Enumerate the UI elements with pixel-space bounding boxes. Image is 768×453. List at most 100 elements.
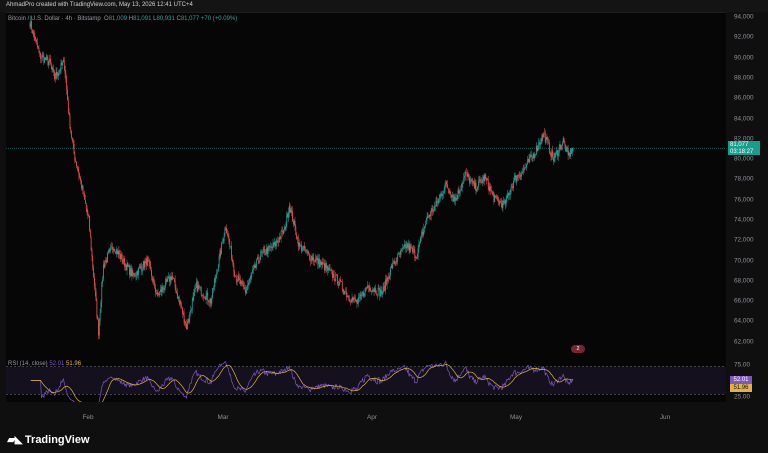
candle-body (398, 253, 400, 254)
candle-body (81, 185, 83, 189)
candle-body (493, 194, 495, 203)
candle-body (461, 183, 463, 188)
candle-body (420, 234, 422, 238)
candle-body (354, 298, 356, 302)
candle-body (192, 296, 194, 301)
candle (373, 287, 375, 296)
candle (407, 242, 408, 251)
candle-body (228, 236, 230, 242)
candle-body (220, 250, 222, 254)
candle-body (243, 284, 245, 288)
candle-body (536, 145, 538, 151)
candle-body (356, 300, 358, 304)
candle-body (256, 259, 258, 266)
candle-body (98, 321, 100, 336)
candle (235, 275, 236, 278)
rsi-label[interactable]: RSI (14, close) (8, 361, 48, 367)
candle (314, 259, 315, 267)
current-price-badge: 81,077 03:18:27 (728, 141, 760, 155)
candle-body (538, 142, 540, 148)
candle-body (474, 183, 476, 189)
candle (98, 318, 100, 339)
time-tick-may: May (509, 414, 523, 421)
candle (89, 228, 91, 238)
candle (504, 199, 506, 210)
candle (157, 288, 159, 298)
candle (414, 246, 416, 262)
candle-body (49, 58, 51, 64)
price-chart-svg[interactable] (6, 12, 726, 357)
candle-body (295, 226, 297, 235)
candle-body (85, 199, 86, 204)
candle-body (334, 279, 336, 281)
candle-body (42, 55, 44, 57)
candle (493, 191, 495, 205)
candle (122, 259, 124, 265)
candle-body (445, 181, 447, 185)
candle-body (526, 160, 528, 165)
candle (329, 263, 331, 272)
candle-body (90, 236, 92, 251)
time-axis[interactable] (6, 402, 726, 424)
candle (75, 157, 77, 163)
candle (181, 301, 183, 309)
candle-body (138, 267, 140, 268)
candle (112, 247, 114, 255)
candle-body (429, 214, 430, 218)
candle-body (290, 209, 292, 213)
candle-body (433, 206, 435, 211)
candle-body (305, 250, 307, 252)
candle (431, 205, 433, 213)
price-axis[interactable]: 94,000 92,000 90,000 88,000 86,000 84,000 82,0… (726, 12, 768, 357)
symbol-name[interactable]: Bitcoin / U.S. Dollar · 4h · Bitstamp (8, 16, 101, 22)
candle (277, 236, 279, 244)
candle (324, 259, 326, 272)
candle-body (143, 261, 145, 268)
candle-body (383, 285, 385, 288)
candle (410, 243, 412, 253)
candle-body (223, 236, 225, 242)
candle (191, 307, 192, 314)
candle (156, 290, 158, 297)
candle-body (222, 241, 224, 242)
candle-body (337, 284, 339, 285)
candle (189, 311, 191, 324)
rsi-value: 52.01 (49, 361, 65, 367)
candle-body (186, 321, 188, 330)
candle (200, 286, 202, 298)
candle-body (362, 291, 364, 296)
candle-body (553, 157, 555, 162)
candle (235, 274, 237, 285)
candle (238, 271, 240, 282)
candle-body (492, 192, 494, 195)
candle-body (318, 258, 320, 265)
candle (35, 36, 37, 44)
candle-body (323, 262, 324, 264)
candle-body (106, 259, 108, 263)
economic-event-badge[interactable]: 2 (571, 345, 585, 353)
candle (332, 270, 334, 279)
candle-body (79, 175, 81, 178)
candle (201, 294, 203, 296)
candle (177, 295, 179, 302)
candle (148, 260, 150, 267)
rsi-chart-svg[interactable] (6, 358, 726, 402)
candle-body (155, 288, 156, 293)
candle-body (531, 156, 533, 158)
candle-body (136, 271, 138, 276)
candle (220, 247, 222, 259)
tradingview-logo[interactable]: ▰◣ TradingView (7, 433, 90, 446)
candle-body (350, 301, 351, 303)
candle (288, 207, 289, 222)
candle-body (29, 23, 31, 27)
candle (411, 243, 412, 250)
candle (128, 264, 130, 268)
candle-body (67, 90, 68, 101)
candle (308, 250, 310, 256)
candle-body (416, 256, 418, 259)
candle (116, 246, 117, 258)
candle-body (251, 273, 253, 277)
candle-body (114, 248, 116, 252)
candle-body (566, 147, 567, 152)
candle (423, 223, 425, 237)
